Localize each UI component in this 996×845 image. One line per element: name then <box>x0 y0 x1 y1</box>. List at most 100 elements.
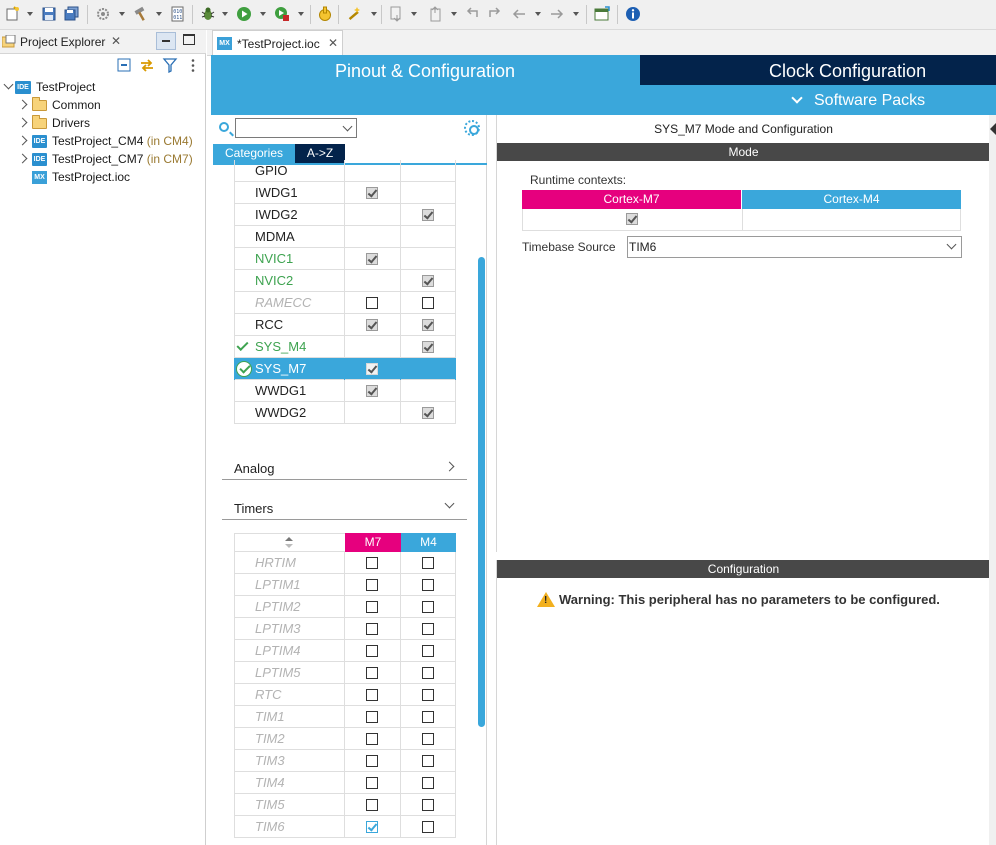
m4-checkbox[interactable] <box>422 407 434 419</box>
m4-checkbox[interactable] <box>422 341 434 353</box>
m7-checkbox[interactable] <box>366 385 378 397</box>
minimize-button[interactable] <box>156 32 176 50</box>
debug-bug-icon[interactable] <box>200 6 216 22</box>
filter-icon[interactable] <box>162 58 178 73</box>
back-dropdown-icon[interactable] <box>535 12 541 16</box>
save-all-icon[interactable] <box>64 6 80 22</box>
cortex-m7-checkbox[interactable] <box>626 213 638 225</box>
tree-item-testproject-ioc[interactable]: MX TestProject.ioc <box>0 168 206 186</box>
editor-tab-testproject-ioc[interactable]: MX *TestProject.ioc ✕ <box>212 30 343 56</box>
peripheral-row-lptim5[interactable]: LPTIM5 <box>234 662 456 684</box>
chevron-down-icon[interactable] <box>342 121 353 132</box>
wand-dropdown-icon[interactable] <box>371 12 377 16</box>
collapse-all-icon[interactable] <box>117 58 133 73</box>
peripheral-row-gpio[interactable]: GPIO <box>234 160 456 182</box>
scrollbar-thumb[interactable] <box>478 257 485 727</box>
peripheral-row-iwdg1[interactable]: IWDG1 <box>234 182 456 204</box>
m4-checkbox[interactable] <box>422 645 434 657</box>
peripheral-row-iwdg2[interactable]: IWDG2 <box>234 204 456 226</box>
peripheral-row-tim6[interactable]: TIM6 <box>234 816 456 838</box>
peripheral-row-sys-m7[interactable]: SYS_M7 <box>234 358 456 380</box>
expand-chevron-icon[interactable] <box>3 79 14 90</box>
m4-checkbox[interactable] <box>422 557 434 569</box>
m4-checkbox[interactable] <box>422 623 434 635</box>
last-edit-location-icon[interactable] <box>464 6 480 22</box>
m7-checkbox[interactable] <box>366 187 378 199</box>
info-icon[interactable] <box>625 6 641 22</box>
settings-gear-icon[interactable] <box>95 6 111 22</box>
peripheral-row-lptim4[interactable]: LPTIM4 <box>234 640 456 662</box>
close-icon[interactable]: ✕ <box>110 35 122 47</box>
expand-chevron-icon[interactable] <box>17 99 28 110</box>
build-hammer-icon[interactable] <box>133 6 149 22</box>
next-annotation-dropdown-icon[interactable] <box>411 12 417 16</box>
m4-checkbox[interactable] <box>422 275 434 287</box>
m4-checkbox[interactable] <box>422 733 434 745</box>
external-tools-icon[interactable] <box>274 6 290 22</box>
m4-checkbox[interactable] <box>422 319 434 331</box>
tree-item-drivers[interactable]: Drivers <box>0 114 206 132</box>
debug-dropdown-icon[interactable] <box>222 12 228 16</box>
m4-checkbox[interactable] <box>422 667 434 679</box>
peripheral-row-rcc[interactable]: RCC <box>234 314 456 336</box>
tree-item-common[interactable]: Common <box>0 96 206 114</box>
open-perspective-hand-icon[interactable] <box>317 6 333 22</box>
settings-dropdown-icon[interactable] <box>119 12 125 16</box>
project-explorer-tab[interactable]: Project Explorer ✕ <box>0 30 206 54</box>
m4-checkbox[interactable] <box>422 601 434 613</box>
peripheral-row-wwdg1[interactable]: WWDG1 <box>234 380 456 402</box>
tree-item-testproject-cm7[interactable]: IDE TestProject_CM7 (in CM7) <box>0 150 206 168</box>
m4-checkbox[interactable] <box>422 821 434 833</box>
peripheral-row-sys-m4[interactable]: SYS_M4 <box>234 336 456 358</box>
save-icon[interactable] <box>41 6 57 22</box>
m7-checkbox[interactable] <box>366 297 378 309</box>
tree-item-testproject[interactable]: IDE TestProject <box>0 78 206 96</box>
run-dropdown-icon[interactable] <box>260 12 266 16</box>
run-icon[interactable] <box>236 6 252 22</box>
peripheral-row-tim4[interactable]: TIM4 <box>234 772 456 794</box>
m7-checkbox[interactable] <box>366 319 378 331</box>
previous-annotation-dropdown-icon[interactable] <box>451 12 457 16</box>
maximize-button[interactable] <box>183 34 195 45</box>
external-tools-dropdown-icon[interactable] <box>298 12 304 16</box>
m7-checkbox[interactable] <box>366 645 378 657</box>
peripheral-row-lptim3[interactable]: LPTIM3 <box>234 618 456 640</box>
peripheral-row-tim1[interactable]: TIM1 <box>234 706 456 728</box>
new-dropdown-icon[interactable] <box>27 12 33 16</box>
peripheral-row-tim5[interactable]: TIM5 <box>234 794 456 816</box>
previous-annotation-icon[interactable] <box>427 6 443 22</box>
peripheral-row-ramecc[interactable]: RAMECC <box>234 292 456 314</box>
tree-item-testproject-cm4[interactable]: IDE TestProject_CM4 (in CM4) <box>0 132 206 150</box>
forward-arrow-icon[interactable] <box>549 6 565 22</box>
peripheral-row-tim3[interactable]: TIM3 <box>234 750 456 772</box>
m7-checkbox[interactable] <box>366 667 378 679</box>
m7-checkbox[interactable] <box>366 799 378 811</box>
section-timers[interactable]: Timers <box>222 498 467 520</box>
peripheral-row-wwdg2[interactable]: WWDG2 <box>234 402 456 424</box>
m4-checkbox[interactable] <box>422 755 434 767</box>
peripheral-row-hrtim[interactable]: HRTIM <box>234 552 456 574</box>
m7-checkbox[interactable] <box>366 821 378 833</box>
peripheral-row-tim2[interactable]: TIM2 <box>234 728 456 750</box>
m7-checkbox[interactable] <box>366 601 378 613</box>
build-dropdown-icon[interactable] <box>156 12 162 16</box>
m7-checkbox[interactable] <box>366 363 378 375</box>
timebase-source-select[interactable]: TIM6 <box>627 236 962 258</box>
peripheral-row-nvic1[interactable]: NVIC1 <box>234 248 456 270</box>
forward-dropdown-icon[interactable] <box>573 12 579 16</box>
m7-checkbox[interactable] <box>366 253 378 265</box>
m7-checkbox[interactable] <box>366 733 378 745</box>
m7-checkbox[interactable] <box>366 579 378 591</box>
expand-chevron-icon[interactable] <box>17 153 28 164</box>
section-analog[interactable]: Analog <box>222 458 467 480</box>
peripheral-row-lptim1[interactable]: LPTIM1 <box>234 574 456 596</box>
binary-icon[interactable]: 010011 <box>170 6 186 22</box>
m4-checkbox[interactable] <box>422 711 434 723</box>
m4-checkbox[interactable] <box>422 209 434 221</box>
wand-icon[interactable] <box>346 6 362 22</box>
expand-chevron-icon[interactable] <box>17 117 28 128</box>
m4-checkbox[interactable] <box>422 689 434 701</box>
tab-clock-configuration[interactable]: Clock Configuration <box>640 55 996 85</box>
close-icon[interactable]: ✕ <box>328 37 338 49</box>
forward-edit-icon[interactable] <box>487 6 503 22</box>
